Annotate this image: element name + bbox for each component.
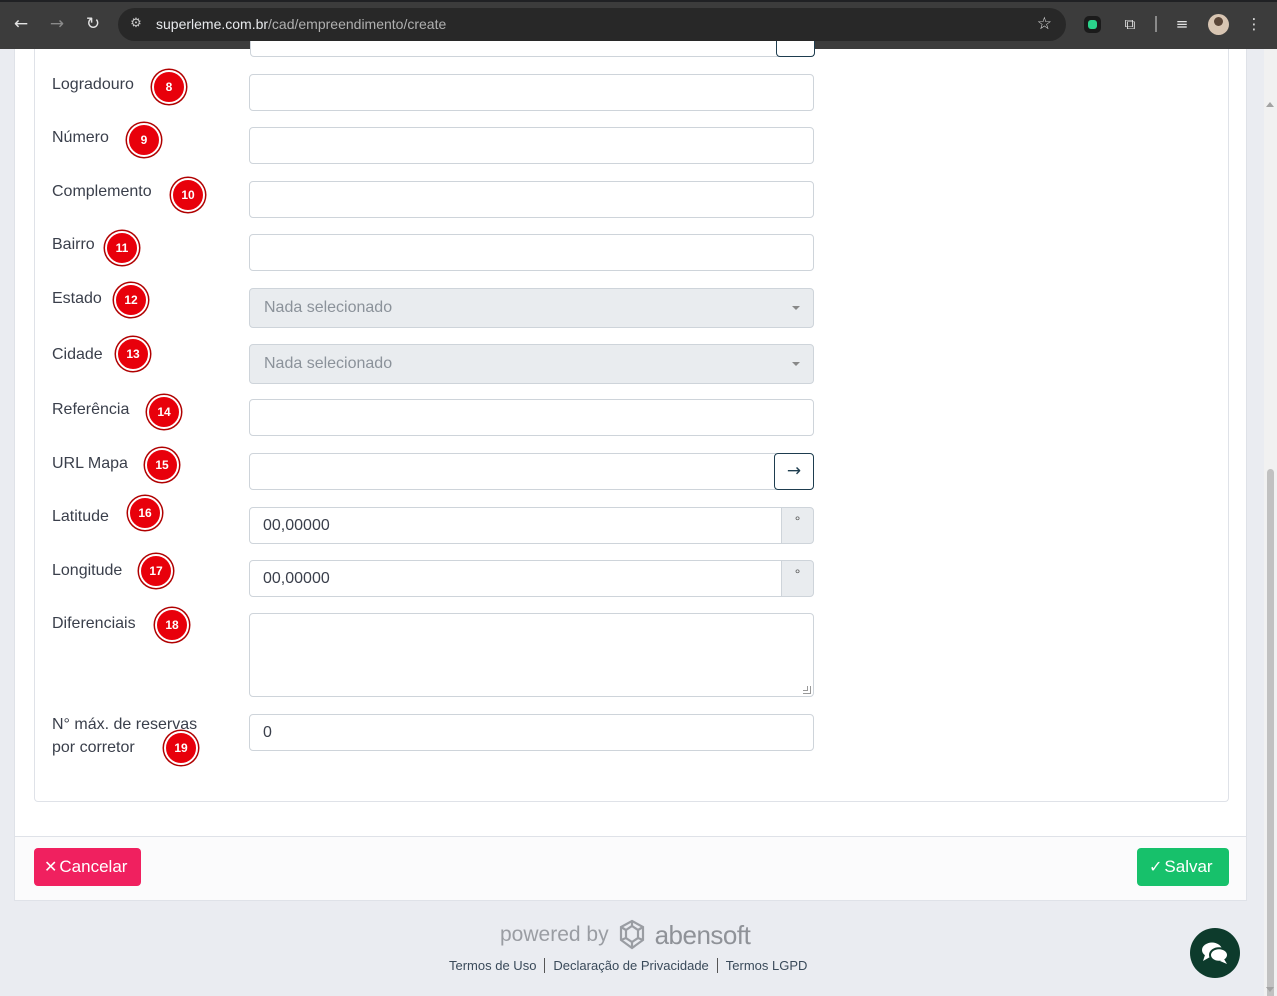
previous-field-input[interactable] bbox=[250, 41, 815, 57]
latitude-label: Latitude bbox=[52, 508, 109, 525]
url-mapa-label: URL Mapa bbox=[52, 455, 128, 472]
cidade-label: Cidade bbox=[52, 346, 103, 363]
form-card: Logradouro 8 Número 9 Complemento 10 Bai… bbox=[14, 41, 1247, 901]
numero-input[interactable] bbox=[249, 127, 814, 164]
chat-bubbles-icon bbox=[1202, 942, 1229, 964]
forward-icon[interactable]: → bbox=[45, 12, 69, 36]
step-badge-15: 15 bbox=[145, 448, 179, 482]
cancel-button[interactable]: ✕ Cancelar bbox=[34, 848, 141, 886]
chat-button[interactable] bbox=[1190, 928, 1240, 978]
step-badge-19: 19 bbox=[164, 731, 198, 765]
lgpd-terms-link[interactable]: Termos LGPD bbox=[716, 958, 816, 973]
step-badge-18: 18 bbox=[155, 608, 189, 642]
bairro-input[interactable] bbox=[249, 234, 814, 271]
scroll-down-arrow-icon[interactable] bbox=[1266, 987, 1274, 992]
step-badge-14: 14 bbox=[147, 395, 181, 429]
cidade-select[interactable]: Nada selecionado bbox=[249, 344, 814, 384]
url-text[interactable]: superleme.com.br/cad/empreendimento/crea… bbox=[156, 16, 446, 32]
site-info-icon[interactable]: ⚙ bbox=[128, 16, 144, 32]
estado-select[interactable]: Nada selecionado bbox=[249, 288, 814, 328]
save-button[interactable]: ✓ Salvar bbox=[1137, 848, 1229, 886]
media-queue-icon[interactable]: ≡ bbox=[1172, 14, 1192, 34]
logradouro-input[interactable] bbox=[249, 74, 814, 111]
previous-field-button[interactable] bbox=[776, 41, 815, 57]
powered-by-text: powered by bbox=[500, 923, 609, 946]
max-reservas-input[interactable]: 0 bbox=[249, 714, 814, 751]
step-badge-16: 16 bbox=[128, 496, 162, 530]
step-badge-12: 12 bbox=[114, 283, 148, 317]
scrollbar-thumb[interactable] bbox=[1267, 469, 1274, 996]
complemento-input[interactable] bbox=[249, 181, 814, 218]
page-scrollbar[interactable] bbox=[1264, 49, 1277, 996]
open-map-arrow-icon[interactable]: → bbox=[774, 453, 814, 490]
step-badge-13: 13 bbox=[116, 337, 150, 371]
extension-green-icon[interactable] bbox=[1084, 16, 1101, 33]
step-badge-10: 10 bbox=[171, 178, 205, 212]
profile-avatar[interactable] bbox=[1208, 14, 1229, 35]
step-badge-17: 17 bbox=[139, 554, 173, 588]
step-badge-11: 11 bbox=[105, 231, 139, 265]
toolbar-divider bbox=[1155, 16, 1157, 32]
longitude-input[interactable]: 00,00000 bbox=[249, 560, 782, 597]
url-domain: superleme.com.br bbox=[156, 16, 269, 32]
estado-label: Estado bbox=[52, 290, 102, 307]
terms-of-use-link[interactable]: Termos de Uso bbox=[449, 958, 544, 973]
cancel-button-label: Cancelar bbox=[59, 857, 128, 876]
powered-by-logo: powered by abensoft bbox=[500, 918, 751, 952]
privacy-declaration-link[interactable]: Declaração de Privacidade bbox=[544, 958, 716, 973]
form-action-bar bbox=[15, 836, 1246, 900]
step-badge-9: 9 bbox=[127, 123, 161, 157]
logradouro-label: Logradouro bbox=[52, 76, 134, 93]
close-icon: ✕ bbox=[44, 857, 58, 876]
address-bar[interactable]: ⚙ superleme.com.br/cad/empreendimento/cr… bbox=[118, 8, 1066, 41]
chevron-down-icon bbox=[792, 306, 800, 310]
url-mapa-input[interactable] bbox=[249, 453, 776, 490]
cidade-select-value: Nada selecionado bbox=[264, 355, 393, 372]
referencia-input[interactable] bbox=[249, 399, 814, 436]
check-icon: ✓ bbox=[1149, 857, 1163, 876]
resize-handle-icon[interactable] bbox=[803, 686, 811, 694]
back-icon[interactable]: ← bbox=[9, 12, 33, 36]
longitude-label: Longitude bbox=[52, 562, 123, 579]
complemento-label: Complemento bbox=[52, 183, 152, 200]
abensoft-logo-icon bbox=[619, 919, 644, 950]
scroll-up-arrow-icon[interactable] bbox=[1266, 102, 1274, 107]
longitude-degree-addon: ° bbox=[781, 560, 814, 597]
url-path: /cad/empreendimento/create bbox=[268, 16, 447, 32]
step-badge-8: 8 bbox=[152, 70, 186, 104]
latitude-input[interactable]: 00,00000 bbox=[249, 507, 782, 544]
legal-links: Termos de Uso Declaração de Privacidade … bbox=[449, 958, 815, 973]
chevron-down-icon bbox=[792, 362, 800, 366]
save-button-label: Salvar bbox=[1164, 857, 1213, 876]
reload-icon[interactable]: ↻ bbox=[81, 12, 105, 36]
extensions-puzzle-icon[interactable]: ⧉ bbox=[1120, 14, 1140, 34]
bookmark-star-icon[interactable]: ☆ bbox=[1037, 14, 1052, 34]
latitude-degree-addon: ° bbox=[781, 507, 814, 544]
numero-label: Número bbox=[52, 129, 109, 146]
bairro-label: Bairro bbox=[52, 236, 95, 253]
estado-select-value: Nada selecionado bbox=[264, 299, 393, 316]
diferenciais-label: Diferenciais bbox=[52, 615, 136, 632]
max-reservas-label-line2: por corretor bbox=[52, 739, 135, 756]
browser-menu-icon[interactable]: ⋮ bbox=[1244, 14, 1264, 34]
tab-strip bbox=[0, 0, 1277, 2]
diferenciais-textarea[interactable] bbox=[249, 613, 814, 697]
brand-name: abensoft bbox=[654, 919, 751, 950]
referencia-label: Referência bbox=[52, 401, 130, 418]
